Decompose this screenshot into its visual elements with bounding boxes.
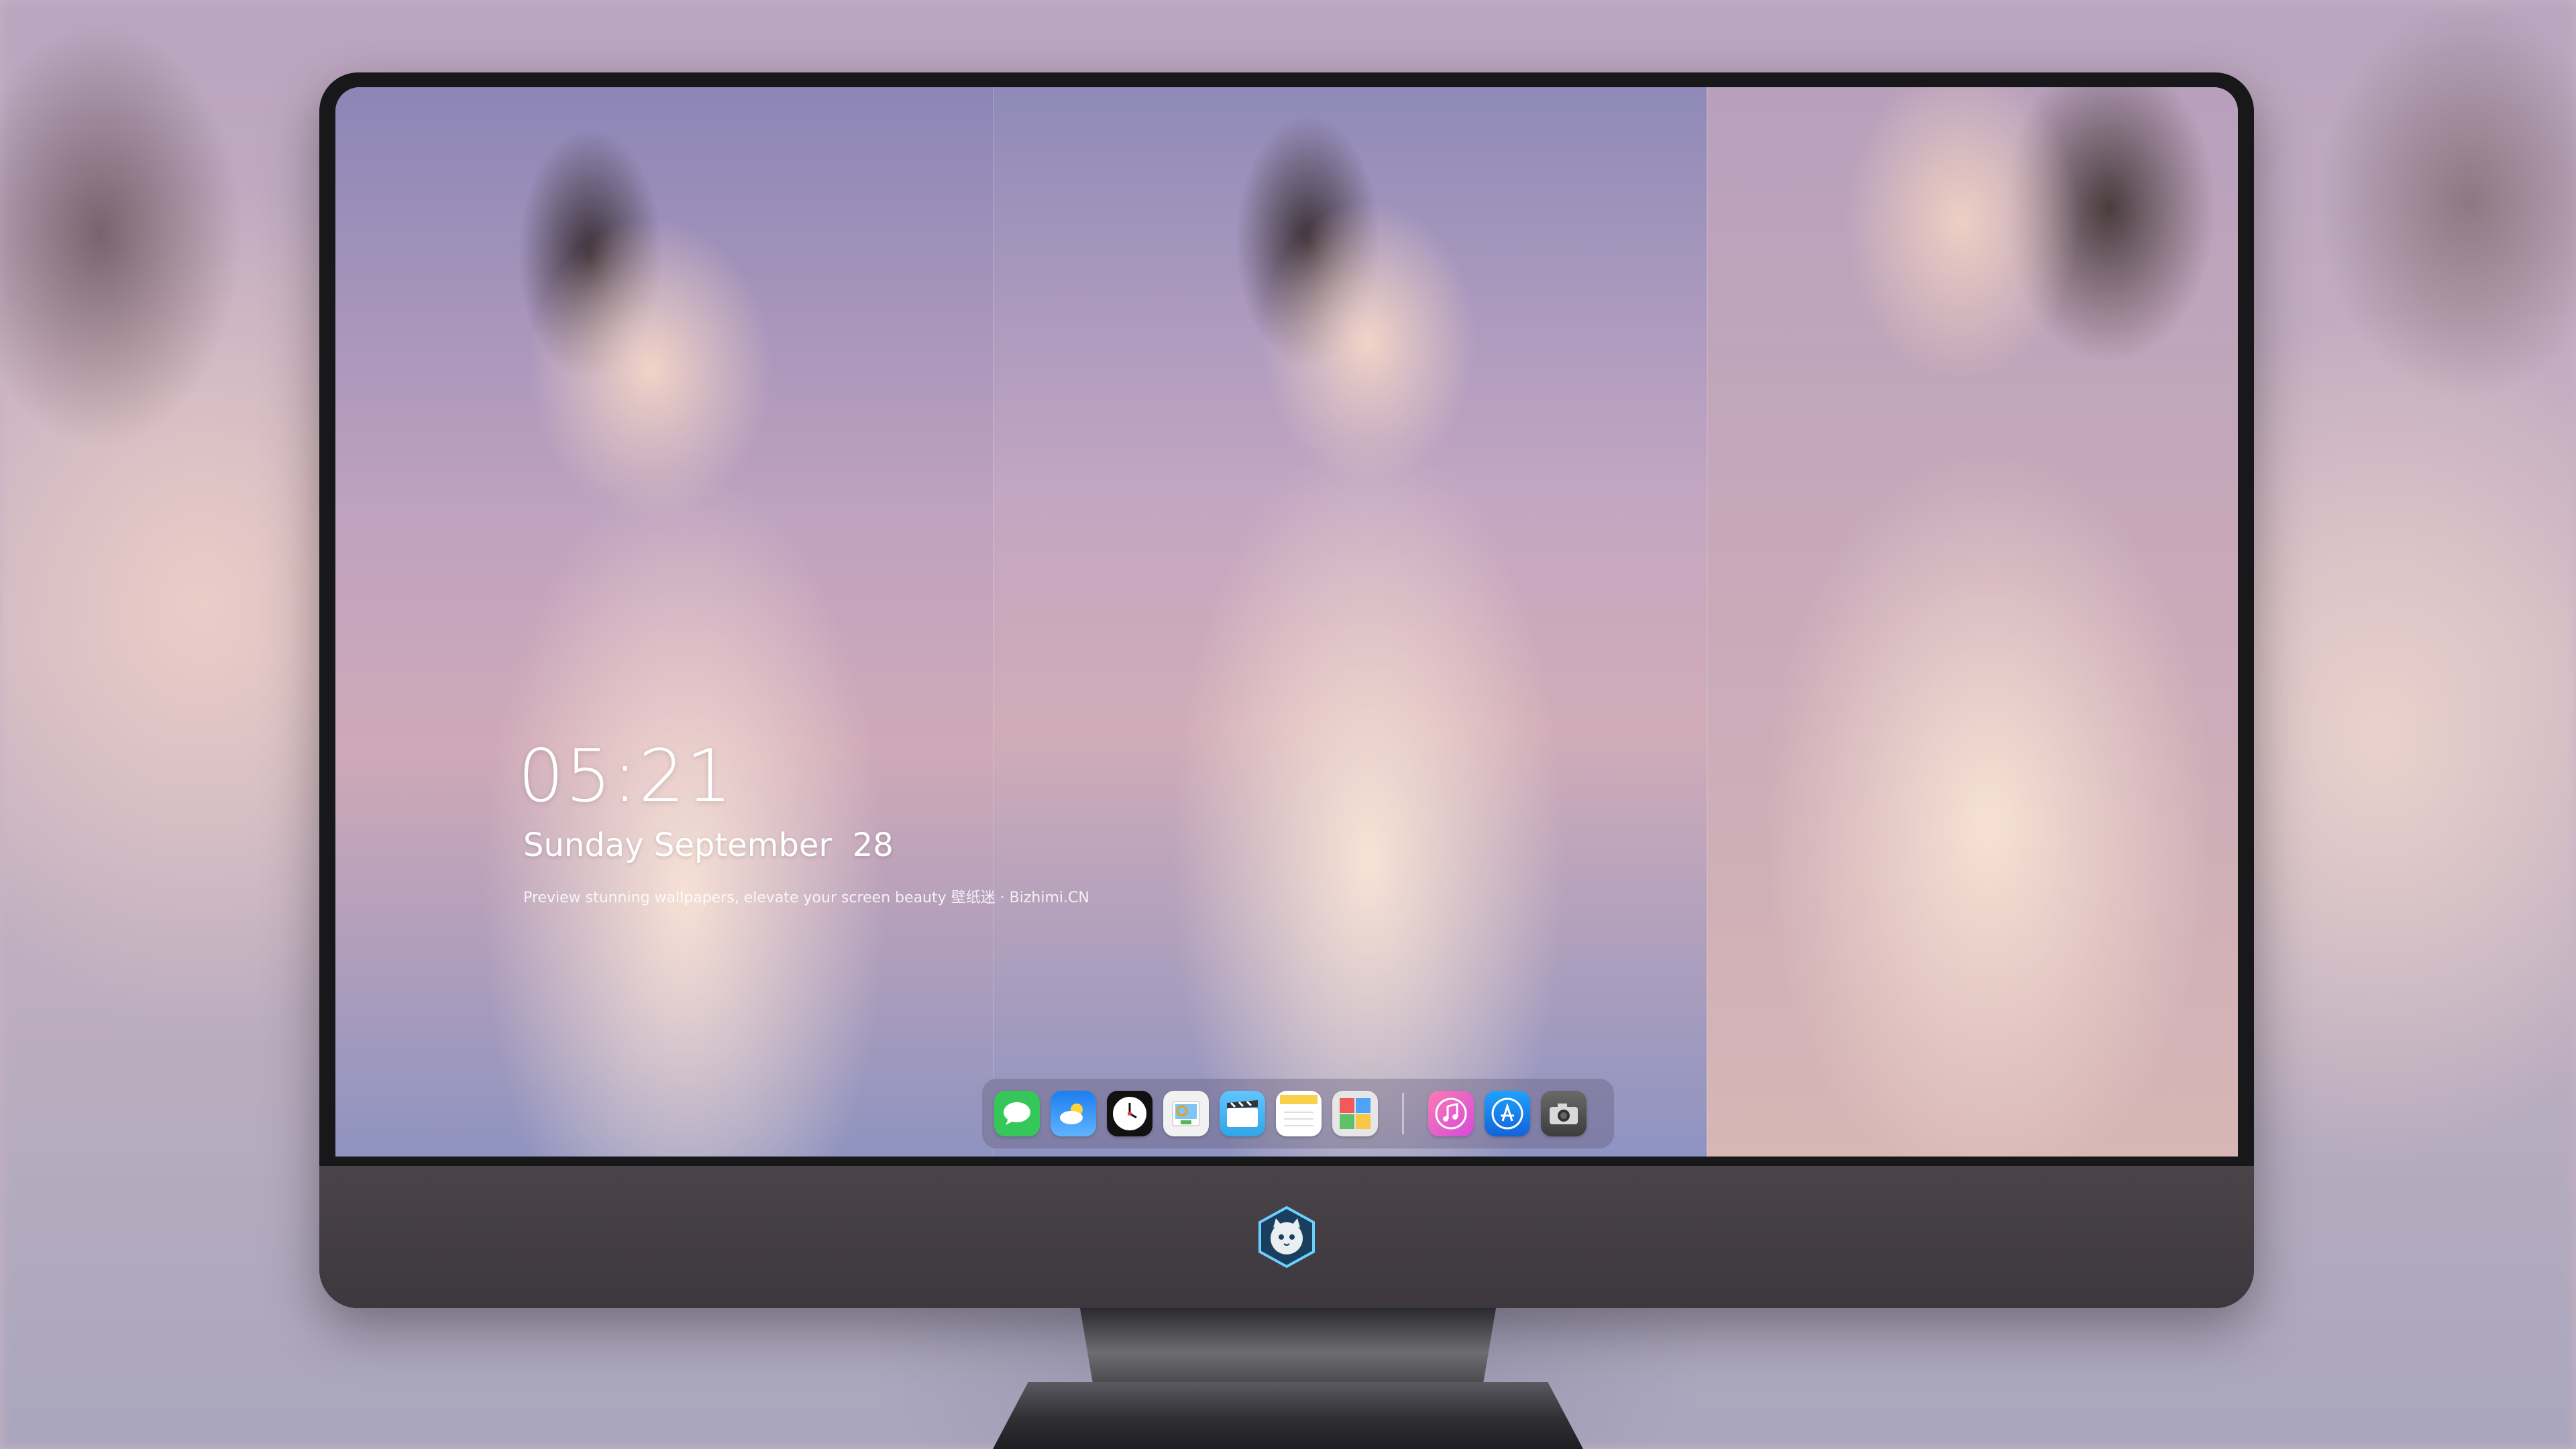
background-shadow-left xyxy=(0,0,349,604)
dock xyxy=(982,1079,1614,1148)
music-icon[interactable] xyxy=(1428,1091,1474,1136)
wallpaper-panel-center xyxy=(993,87,1707,1157)
notes-icon[interactable] xyxy=(1276,1091,1322,1136)
panel-divider xyxy=(993,87,994,1157)
monitor-chin xyxy=(319,1166,2254,1308)
monitor-stand-foot xyxy=(993,1382,1583,1449)
dock-separator xyxy=(1402,1093,1404,1134)
lock-screen-date: Sunday September 28 xyxy=(523,826,894,864)
messages-icon[interactable] xyxy=(994,1091,1040,1136)
cat-mascot-logo-icon xyxy=(1254,1205,1319,1269)
wallpaper-caption: Preview stunning wallpapers, elevate you… xyxy=(523,890,1089,906)
preview-icon[interactable] xyxy=(1163,1091,1209,1136)
panel-divider xyxy=(1707,87,1708,1157)
clips-icon[interactable] xyxy=(1220,1091,1265,1136)
wallpaper-panel-left xyxy=(335,87,993,1157)
monitor: 05:21 Sunday September 28 Preview stunni… xyxy=(319,72,2254,1308)
lock-screen-time: 05:21 xyxy=(518,735,734,818)
camera-icon[interactable] xyxy=(1541,1091,1587,1136)
monitor-stand-neck xyxy=(1080,1308,1496,1382)
app-store-icon[interactable] xyxy=(1485,1091,1530,1136)
background-shadow-right xyxy=(2227,0,2576,537)
clock-icon[interactable] xyxy=(1107,1091,1152,1136)
screen: 05:21 Sunday September 28 Preview stunni… xyxy=(335,87,2238,1157)
photo-booth-icon[interactable] xyxy=(1332,1091,1378,1136)
weather-icon[interactable] xyxy=(1051,1091,1096,1136)
wallpaper-panel-right xyxy=(1707,87,2238,1157)
